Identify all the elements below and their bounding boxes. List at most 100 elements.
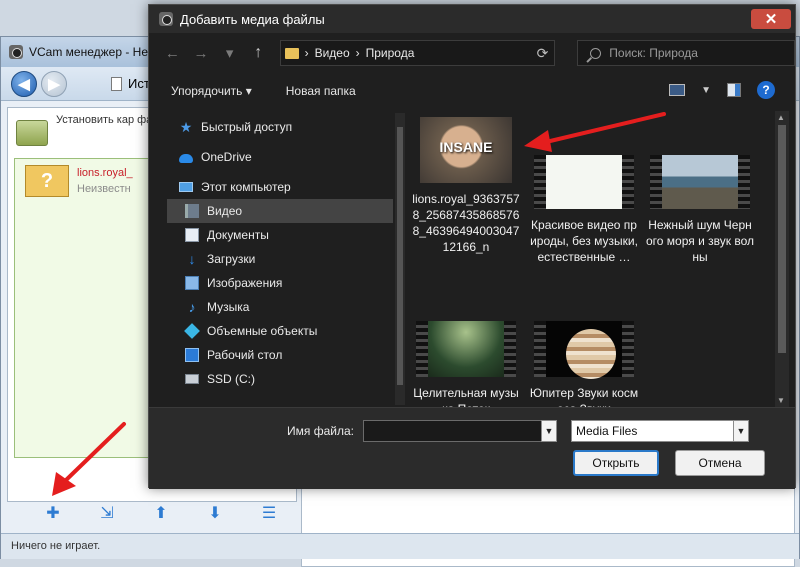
cloud-icon <box>179 154 193 163</box>
document-icon <box>111 76 122 91</box>
add-folder-icon[interactable]: ⇲ <box>95 502 119 524</box>
nav-item-onedrive[interactable]: OneDrive <box>167 145 393 169</box>
back-arrow-icon[interactable]: ◀ <box>11 70 37 97</box>
file-tile-jupiter[interactable]: Юпитер Звуки космоса Звуки <box>529 321 639 407</box>
scroll-thumb[interactable] <box>397 127 403 385</box>
nav-label: OneDrive <box>201 150 252 164</box>
scroll-down-icon[interactable]: ▼ <box>777 396 785 405</box>
address-bar[interactable]: › Видео › Природа ⟳ <box>279 40 556 66</box>
nav-label: Изображения <box>207 276 283 290</box>
film-strip-icon <box>416 321 428 377</box>
organize-button[interactable]: Упорядочить ▾ <box>171 84 252 98</box>
film-strip-icon <box>650 155 662 209</box>
file-thumbnail <box>416 321 516 377</box>
file-thumbnail <box>534 155 634 209</box>
new-folder-button[interactable]: Новая папка <box>286 84 356 98</box>
nav-item-video[interactable]: Видео <box>167 199 393 223</box>
music-icon: ♪ <box>188 299 196 315</box>
folder-icon <box>284 47 299 59</box>
nav-item-this-pc[interactable]: Этот компьютер <box>167 175 393 199</box>
file-name: Целительная музыка Поток <box>413 386 519 407</box>
pictures-icon <box>185 276 199 290</box>
nav-label: Документы <box>207 228 269 242</box>
file-type-select[interactable]: Media Files <box>571 420 749 442</box>
thumbnail-image <box>546 321 622 379</box>
thumbnail-image <box>428 321 504 377</box>
move-up-icon[interactable]: ⬆ <box>149 502 173 524</box>
film-strip-icon <box>504 321 516 377</box>
view-chevron-down-icon[interactable]: ▼ <box>701 85 711 96</box>
file-type-chevron-down-icon[interactable]: ▼ <box>733 420 749 442</box>
filename-chevron-down-icon[interactable]: ▼ <box>541 420 557 442</box>
vcam-toolbar: ✚ ⇲ ⬆ ⬇ ☰ <box>1 495 301 531</box>
nav-item-quick-access[interactable]: ★ Быстрый доступ <box>167 115 393 139</box>
nav-label: Объемные объекты <box>207 324 318 338</box>
view-controls: ▼ ? <box>669 81 775 99</box>
nav-item-ssd[interactable]: SSD (C:) <box>167 367 393 391</box>
nav-item-documents[interactable]: Документы <box>167 223 393 247</box>
file-tile-healing-music[interactable]: Целительная музыка Поток <box>411 321 521 407</box>
thumbnail-image <box>662 155 738 209</box>
dialog-footer: Имя файла: ▼ Media Files ▼ Открыть Отмен… <box>149 407 795 489</box>
unknown-file-icon: ? <box>25 165 69 197</box>
preview-pane-icon[interactable] <box>727 83 741 97</box>
scroll-up-icon[interactable]: ▲ <box>777 113 785 122</box>
drive-icon <box>185 374 199 384</box>
dialog-titlebar: Добавить медиа файлы <box>149 5 795 33</box>
thumbnail-image: INSANE <box>420 117 512 183</box>
forward-arrow-icon[interactable]: ▶ <box>41 70 67 97</box>
file-name: Юпитер Звуки космоса Звуки <box>529 386 639 407</box>
open-button[interactable]: Открыть <box>573 450 659 476</box>
refresh-icon[interactable]: ⟳ <box>537 45 549 62</box>
downloads-icon: ↓ <box>188 251 196 267</box>
nav-item-pictures[interactable]: Изображения <box>167 271 393 295</box>
search-icon <box>590 47 602 59</box>
file-name: Нежный шум Черного моря и звук волны <box>646 218 754 264</box>
filename-input[interactable] <box>363 420 557 442</box>
3d-objects-icon <box>184 323 200 339</box>
close-icon[interactable]: ✕ <box>751 9 791 29</box>
nav-item-downloads[interactable]: ↓ Загрузки <box>167 247 393 271</box>
dialog-title: Добавить медиа файлы <box>180 11 325 27</box>
add-file-icon[interactable]: ✚ <box>41 502 65 524</box>
nav-item-music[interactable]: ♪ Музыка <box>167 295 393 319</box>
file-thumbnail <box>534 321 634 379</box>
view-mode-icon[interactable] <box>669 84 686 96</box>
thumbnail-caption: INSANE <box>439 139 493 155</box>
address-row: ← → ▾ ↑ › Видео › Природа ⟳ Поиск: Приро… <box>149 33 796 73</box>
breadcrumb-video[interactable]: Видео <box>315 46 350 60</box>
file-tile-lions[interactable]: INSANE lions.royal_93637578_256874358685… <box>411 117 521 255</box>
annotation-arrow-file <box>524 112 666 152</box>
up-arrow-icon[interactable]: ↑ <box>247 41 270 65</box>
star-icon: ★ <box>179 119 193 135</box>
list-menu-icon[interactable]: ☰ <box>257 502 281 524</box>
nav-label: Загрузки <box>207 252 256 266</box>
filename-label: Имя файла: <box>287 424 354 438</box>
cancel-button[interactable]: Отмена <box>675 450 765 476</box>
film-strip-icon <box>622 155 634 209</box>
move-down-icon[interactable]: ⬇ <box>203 502 227 524</box>
computer-icon <box>179 182 193 192</box>
back-arrow-icon[interactable]: ← <box>161 41 184 65</box>
dialog-app-icon <box>159 12 173 26</box>
forward-arrow-icon[interactable]: → <box>190 41 213 65</box>
file-tile-beautiful-nature[interactable]: Красивое видео природы, без музыки, есте… <box>529 155 639 265</box>
nav-scrollbar[interactable] <box>395 113 405 405</box>
command-bar: Упорядочить ▾ Новая папка ▼ ? <box>149 75 795 107</box>
breadcrumb-nature[interactable]: Природа <box>366 46 415 60</box>
folder-icon <box>16 120 48 146</box>
help-icon[interactable]: ? <box>757 81 775 99</box>
thumbnail-image <box>546 155 622 209</box>
scroll-thumb[interactable] <box>778 125 786 353</box>
video-folder-icon <box>185 204 199 218</box>
file-tile-black-sea[interactable]: Нежный шум Черного моря и звук волны <box>645 155 755 265</box>
status-bar: Ничего не играет. <box>1 533 799 559</box>
film-strip-icon <box>534 321 546 377</box>
vcam-app-icon <box>9 45 23 59</box>
file-grid-scrollbar[interactable]: ▲ ▼ <box>775 111 789 407</box>
jupiter-planet-image <box>566 329 616 379</box>
recent-chevron-down-icon[interactable]: ▾ <box>218 41 241 65</box>
nav-item-desktop[interactable]: Рабочий стол <box>167 343 393 367</box>
search-input[interactable]: Поиск: Природа <box>577 40 796 66</box>
nav-item-3d-objects[interactable]: Объемные объекты <box>167 319 393 343</box>
